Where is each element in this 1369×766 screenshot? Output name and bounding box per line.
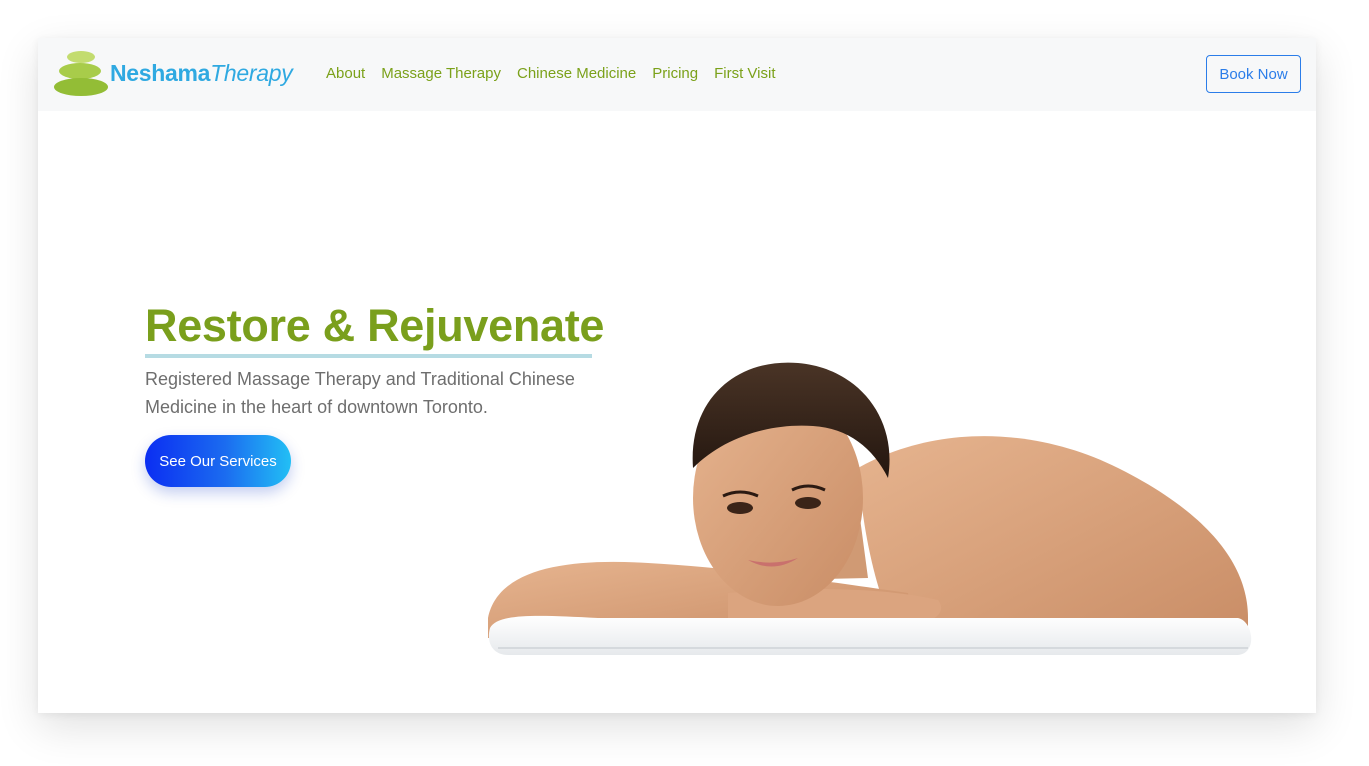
main-nav: About Massage Therapy Chinese Medicine P… <box>326 65 776 82</box>
nav-link-about[interactable]: About <box>326 65 365 82</box>
page-frame: NeshamaTherapy About Massage Therapy Chi… <box>38 38 1316 713</box>
book-now-button[interactable]: Book Now <box>1206 55 1301 93</box>
brand-name: NeshamaTherapy <box>110 60 293 87</box>
hero-image-woman-on-towel <box>488 362 1252 655</box>
nav-link-pricing[interactable]: Pricing <box>652 65 698 82</box>
nav-link-massage-therapy[interactable]: Massage Therapy <box>381 65 501 82</box>
brand-name-part2: Therapy <box>210 60 293 86</box>
nav-link-first-visit[interactable]: First Visit <box>714 65 775 82</box>
stones-logo-icon <box>54 51 108 96</box>
nav-link-chinese-medicine[interactable]: Chinese Medicine <box>517 65 636 82</box>
brand-name-part1: Neshama <box>110 60 211 86</box>
logo[interactable]: NeshamaTherapy <box>53 50 303 98</box>
see-our-services-button[interactable]: See Our Services <box>145 435 291 487</box>
navbar: NeshamaTherapy About Massage Therapy Chi… <box>38 38 1316 111</box>
